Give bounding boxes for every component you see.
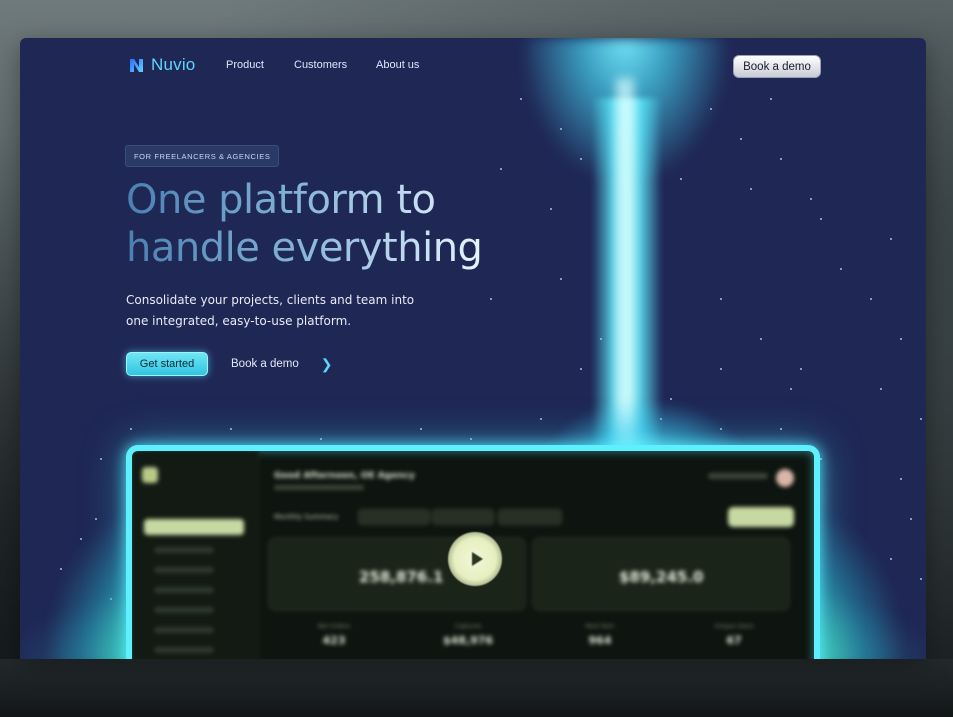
star <box>500 168 502 170</box>
star <box>780 158 782 160</box>
preview-stat-label: Unique Users <box>714 623 754 630</box>
preview-nav-item <box>154 547 214 553</box>
preview-stat-value: 964 <box>588 634 612 647</box>
hero-headline: One platform to handle everything <box>126 176 482 272</box>
nav-link-customers[interactable]: Customers <box>294 59 347 71</box>
hero-headline-line2: handle everything <box>126 225 483 271</box>
star <box>550 208 552 210</box>
star <box>840 268 842 270</box>
preview-stat-label: Rent Item <box>585 623 615 630</box>
star <box>740 138 742 140</box>
preview-card-value: 258,876.1 <box>359 568 444 586</box>
preview-stat-label: Captures <box>454 623 482 630</box>
star <box>130 428 132 430</box>
preview-stat-value: 67 <box>726 634 742 647</box>
star <box>900 338 902 340</box>
preview-sidebar <box>132 451 259 659</box>
star <box>560 278 562 280</box>
landing-page-frame: Nuvio Product Customers About us Book a … <box>20 38 926 659</box>
star <box>580 368 582 370</box>
star <box>780 428 782 430</box>
preview-nav-item <box>154 587 214 593</box>
nav-link-about-us[interactable]: About us <box>376 59 419 71</box>
star <box>490 298 492 300</box>
star <box>750 188 752 190</box>
preview-stat-value: $48,976 <box>442 634 494 647</box>
audience-badge: FOR FREELANCERS & AGENCIES <box>125 145 280 167</box>
star <box>470 438 472 440</box>
brand-logo[interactable]: Nuvio <box>128 55 195 75</box>
preview-nav-item <box>154 567 214 573</box>
logo-mark-icon <box>130 58 143 72</box>
preview-nav-item <box>154 607 214 613</box>
preview-greeting: Good Afternoon, OE Agency <box>274 471 415 481</box>
preview-org-avatar <box>142 467 158 483</box>
preview-stat: Rent Item 964 <box>550 623 650 647</box>
preview-stat-label: Net Orders <box>317 623 351 630</box>
preview-stat: Unique Users 67 <box>684 623 784 647</box>
book-demo-link-label: Book a demo <box>231 358 299 370</box>
star <box>790 388 792 390</box>
preview-nav-item <box>154 627 214 633</box>
hero-subtitle: Consolidate your projects, clients and t… <box>126 293 415 328</box>
star <box>910 518 912 520</box>
preview-stat-value: 423 <box>322 634 346 647</box>
star <box>870 298 872 300</box>
star <box>900 478 902 480</box>
star <box>680 178 682 180</box>
nav-book-demo-button[interactable]: Book a demo <box>733 55 821 78</box>
preview-card: $89,245.0 <box>532 537 790 611</box>
preview-nav-item <box>154 647 214 653</box>
star <box>520 98 522 100</box>
preview-stat: Net Orders 423 <box>284 623 384 647</box>
preview-stat: Captures $48,976 <box>418 623 518 647</box>
preview-nav-active <box>144 519 244 535</box>
nav-link-product[interactable]: Product <box>226 59 264 71</box>
star <box>880 388 882 390</box>
star <box>420 428 422 430</box>
preview-filter-pill <box>358 509 430 525</box>
star <box>320 438 322 440</box>
play-icon <box>471 552 483 566</box>
brand-name: Nuvio <box>151 55 196 74</box>
background-strip <box>0 659 953 717</box>
preview-filter-pill <box>432 509 494 525</box>
preview-filter-pill <box>498 509 562 525</box>
preview-date <box>274 485 364 490</box>
star <box>720 298 722 300</box>
star <box>760 338 762 340</box>
star <box>770 98 772 100</box>
get-started-button[interactable]: Get started <box>126 352 208 376</box>
star <box>720 368 722 370</box>
preview-user-name <box>708 473 768 479</box>
star <box>810 198 812 200</box>
preview-card-value: $89,245.0 <box>619 568 704 586</box>
star <box>800 368 802 370</box>
star <box>890 238 892 240</box>
star <box>100 458 102 460</box>
star <box>820 218 822 220</box>
play-video-button[interactable] <box>448 532 502 586</box>
preview-section-label: Monthly Summary <box>274 513 339 521</box>
star <box>230 428 232 430</box>
preview-user-avatar <box>776 469 794 487</box>
book-demo-link[interactable]: Book a demo ❯ <box>231 357 333 371</box>
star <box>820 458 822 460</box>
preview-action-button <box>728 507 794 527</box>
hero-headline-line1: One platform to <box>126 177 436 223</box>
top-nav: Nuvio Product Customers About us Book a … <box>20 38 926 94</box>
chevron-right-icon: ❯ <box>320 356 333 372</box>
star <box>920 418 922 420</box>
